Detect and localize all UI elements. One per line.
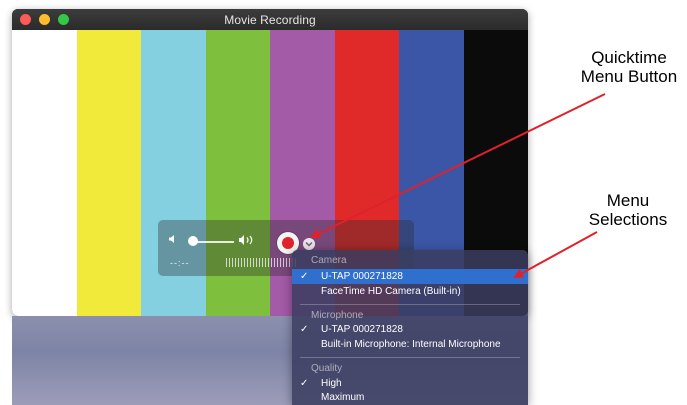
arrow-to-menu-selection bbox=[513, 231, 598, 278]
annotation-arrows bbox=[310, 93, 606, 278]
arrow-to-menu-button bbox=[310, 93, 606, 238]
